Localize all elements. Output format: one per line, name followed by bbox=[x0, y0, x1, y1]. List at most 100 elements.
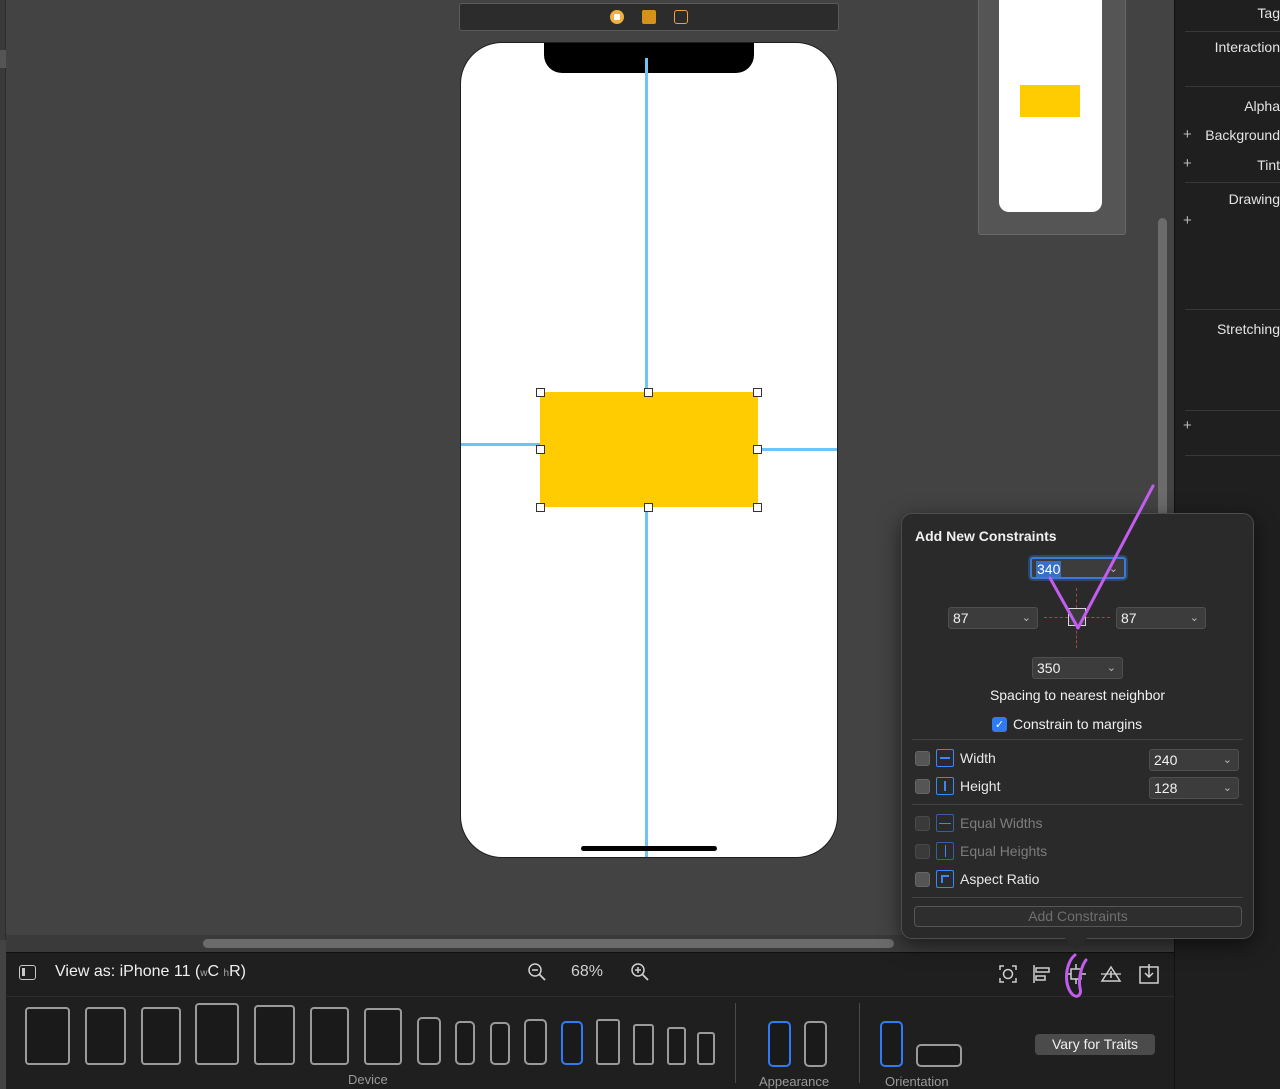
width-checkbox[interactable] bbox=[915, 750, 930, 766]
resize-handle[interactable] bbox=[644, 503, 653, 512]
constrain-to-margins-row[interactable]: ✓ Constrain to margins bbox=[992, 716, 1142, 732]
device-ipad-9-7[interactable] bbox=[310, 1007, 349, 1065]
leading-guide-line bbox=[461, 443, 540, 446]
drawing-plus-icon[interactable]: + bbox=[1183, 212, 1192, 229]
stretching-plus-icon[interactable]: + bbox=[1183, 417, 1192, 434]
chevron-down-icon[interactable]: ⌄ bbox=[1223, 778, 1232, 798]
first-responder-icon[interactable] bbox=[642, 10, 656, 24]
chevron-down-icon[interactable]: ⌄ bbox=[1223, 750, 1232, 770]
width-value-field[interactable]: 240 ⌄ bbox=[1149, 749, 1239, 771]
device-iphone-12-mini[interactable] bbox=[490, 1022, 510, 1065]
device-ipad-pro-12-9[interactable] bbox=[25, 1007, 70, 1065]
resize-handle[interactable] bbox=[536, 503, 545, 512]
background-plus-icon[interactable]: + bbox=[1183, 126, 1192, 143]
view-controller-icon[interactable] bbox=[610, 10, 624, 24]
orientation-landscape[interactable] bbox=[916, 1044, 962, 1067]
view-as-suffix: ) bbox=[240, 963, 246, 980]
resize-handle[interactable] bbox=[536, 388, 545, 397]
device-ipad-pro-11[interactable] bbox=[85, 1007, 126, 1065]
aspect-ratio-checkbox[interactable] bbox=[915, 871, 930, 887]
width-value: 240 bbox=[1154, 752, 1178, 768]
width-class: C bbox=[207, 963, 220, 980]
trailing-spacing-value: 87 bbox=[1121, 610, 1137, 626]
home-indicator bbox=[581, 846, 717, 851]
bottom-guide-line bbox=[645, 507, 648, 857]
height-checkbox[interactable] bbox=[915, 778, 930, 794]
device-iphone-se[interactable] bbox=[667, 1027, 686, 1065]
document-outline-toggle-icon[interactable] bbox=[19, 965, 36, 980]
popover-title: Add New Constraints bbox=[915, 528, 1057, 544]
resize-handle[interactable] bbox=[536, 445, 545, 454]
device-label: Device bbox=[348, 1072, 388, 1087]
orientation-portrait[interactable] bbox=[880, 1021, 903, 1067]
trailing-spacing-field[interactable]: 87 ⌄ bbox=[1116, 607, 1206, 629]
top-constraint-strut[interactable] bbox=[1076, 588, 1077, 608]
constrain-to-margins-checkbox[interactable]: ✓ bbox=[992, 716, 1007, 732]
width-label: Width bbox=[960, 750, 996, 766]
update-frames-icon[interactable] bbox=[997, 963, 1019, 985]
alpha-label: Alpha bbox=[1244, 98, 1280, 114]
view-as-label[interactable]: View as: iPhone 11 (wC hR) bbox=[55, 963, 246, 981]
device-iphone-xs-max[interactable] bbox=[524, 1019, 547, 1065]
chevron-down-icon[interactable]: ⌄ bbox=[1022, 608, 1031, 628]
device-iphone-11-selected[interactable] bbox=[561, 1021, 583, 1065]
device-ipad-pro-12-9-gen2[interactable] bbox=[195, 1003, 239, 1065]
height-value-field[interactable]: 128 ⌄ bbox=[1149, 777, 1239, 799]
resize-handle[interactable] bbox=[753, 388, 762, 397]
device-ipad-air[interactable] bbox=[141, 1007, 181, 1065]
selected-yellow-view[interactable] bbox=[540, 392, 758, 507]
device-configuration-tray: Device Appearance Orientation Vary for T… bbox=[6, 996, 1174, 1089]
aspect-ratio-row[interactable]: Aspect Ratio bbox=[915, 870, 1039, 888]
height-constraint-icon bbox=[936, 777, 954, 795]
bottom-spacing-field[interactable]: 350 ⌄ bbox=[1032, 657, 1123, 679]
iphone-canvas[interactable] bbox=[460, 42, 838, 858]
appearance-dark[interactable] bbox=[804, 1021, 827, 1067]
popover-arrow bbox=[1064, 937, 1088, 951]
exit-icon[interactable] bbox=[674, 10, 688, 24]
resize-handle[interactable] bbox=[644, 388, 653, 397]
chevron-down-icon[interactable]: ⌄ bbox=[1107, 658, 1116, 678]
equal-heights-label: Equal Heights bbox=[960, 843, 1048, 859]
device-iphone-4s[interactable] bbox=[697, 1032, 715, 1065]
tag-label: Tag bbox=[1257, 5, 1280, 21]
leading-spacing-value: 87 bbox=[953, 610, 969, 626]
device-iphone-8[interactable] bbox=[633, 1024, 654, 1065]
appearance-light[interactable] bbox=[768, 1021, 791, 1067]
leading-constraint-strut[interactable] bbox=[1044, 617, 1068, 618]
bottom-constraint-strut[interactable] bbox=[1076, 626, 1077, 648]
aspect-ratio-icon bbox=[936, 870, 954, 888]
device-ipad-mini[interactable] bbox=[364, 1008, 402, 1065]
constraint-spacing-diagram bbox=[1044, 588, 1110, 648]
top-spacing-field[interactable]: 340 ⌄ bbox=[1030, 557, 1126, 579]
bottom-spacing-value: 350 bbox=[1037, 660, 1061, 676]
notch bbox=[544, 43, 754, 73]
equal-widths-row: Equal Widths bbox=[915, 814, 1042, 832]
leading-spacing-field[interactable]: 87 ⌄ bbox=[948, 607, 1038, 629]
align-icon[interactable] bbox=[1031, 963, 1053, 985]
interaction-label: Interaction bbox=[1214, 39, 1280, 55]
resize-handle[interactable] bbox=[753, 445, 762, 454]
tint-plus-icon[interactable]: + bbox=[1183, 155, 1192, 172]
device-iphone-11-pro-max[interactable] bbox=[417, 1017, 441, 1065]
view-box-icon bbox=[1068, 608, 1086, 626]
add-constraints-button[interactable]: Add Constraints bbox=[914, 906, 1242, 927]
vary-for-traits-button[interactable]: Vary for Traits bbox=[1035, 1034, 1155, 1055]
horizontal-scrollbar[interactable] bbox=[203, 939, 894, 948]
trailing-guide-line bbox=[758, 448, 837, 451]
chevron-down-icon[interactable]: ⌄ bbox=[1190, 608, 1199, 628]
zoom-in-icon[interactable] bbox=[630, 962, 650, 982]
vertical-scrollbar[interactable] bbox=[1158, 218, 1167, 518]
height-constraint-row[interactable]: Height bbox=[915, 777, 1000, 795]
add-new-constraints-icon[interactable] bbox=[1065, 963, 1087, 985]
device-iphone-11-pro[interactable] bbox=[455, 1021, 475, 1065]
width-constraint-row[interactable]: Width bbox=[915, 749, 996, 767]
device-iphone-8-plus[interactable] bbox=[596, 1019, 620, 1065]
device-ipad-pro-10-5[interactable] bbox=[254, 1005, 295, 1065]
top-guide-line bbox=[645, 58, 648, 392]
resize-handle[interactable] bbox=[753, 503, 762, 512]
trailing-constraint-strut[interactable] bbox=[1086, 617, 1110, 618]
zoom-out-icon[interactable] bbox=[527, 962, 547, 982]
embed-in-icon[interactable] bbox=[1138, 963, 1160, 985]
chevron-down-icon[interactable]: ⌄ bbox=[1109, 559, 1118, 579]
resolve-issues-icon[interactable] bbox=[1100, 963, 1122, 985]
